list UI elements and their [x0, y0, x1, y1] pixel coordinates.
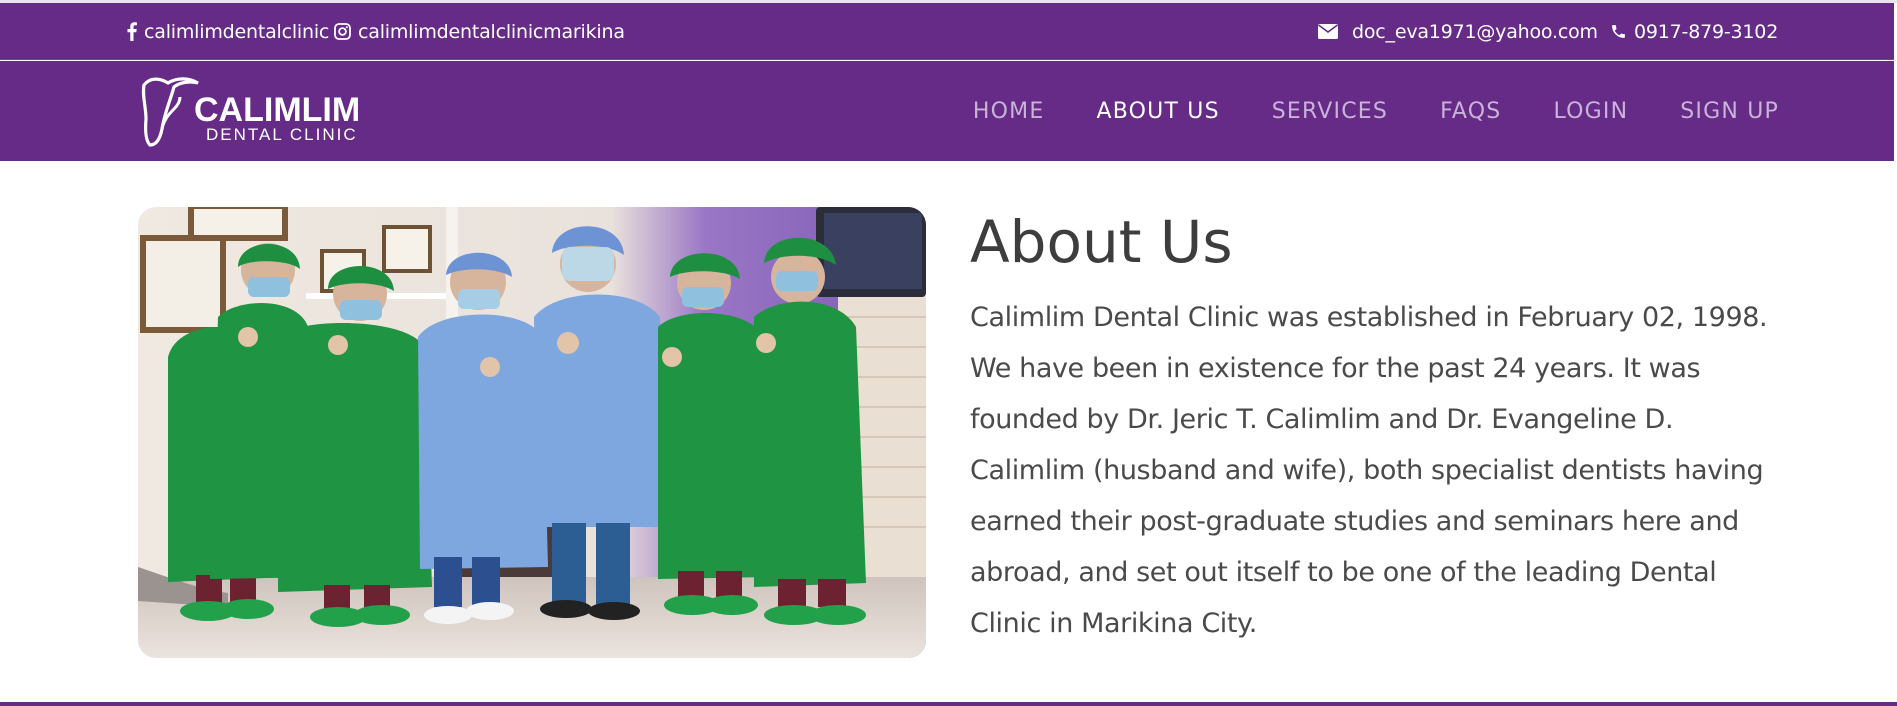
- facebook-icon: [127, 22, 137, 41]
- nav-sign-up[interactable]: SIGN UP: [1680, 99, 1779, 124]
- envelope-icon: [1318, 24, 1338, 39]
- nav-faqs[interactable]: FAQS: [1440, 99, 1501, 124]
- instagram-label: calimlimdentalclinicmarikina: [358, 20, 625, 43]
- logo-name: CALIMLIM: [194, 91, 361, 129]
- nav-home[interactable]: HOME: [973, 99, 1045, 124]
- about-heading: About Us: [970, 208, 1233, 276]
- nav-about-us[interactable]: ABOUT US: [1096, 99, 1219, 124]
- clinic-logo[interactable]: CALIMLIM DENTAL CLINIC: [140, 75, 360, 149]
- bottom-divider: [0, 702, 1897, 706]
- main-navbar: CALIMLIM DENTAL CLINIC HOME ABOUT US SER…: [0, 61, 1894, 161]
- logo-subtitle: DENTAL CLINIC: [206, 125, 358, 144]
- page: calimlimdentalclinic calimlimdentalclini…: [0, 0, 1897, 706]
- nav-services[interactable]: SERVICES: [1272, 99, 1388, 124]
- phone-link[interactable]: 0917-879-3102: [1610, 3, 1778, 60]
- facebook-label: calimlimdentalclinic: [144, 20, 330, 43]
- contact-bar: calimlimdentalclinic calimlimdentalclini…: [0, 3, 1894, 60]
- staff-photo: [138, 207, 926, 658]
- instagram-icon: [334, 23, 351, 40]
- nav-login[interactable]: LOGIN: [1553, 99, 1628, 124]
- instagram-link[interactable]: calimlimdentalclinicmarikina: [334, 3, 625, 60]
- email-label: doc_eva1971@yahoo.com: [1352, 20, 1598, 43]
- email-link[interactable]: doc_eva1971@yahoo.com: [1318, 3, 1598, 60]
- phone-label: 0917-879-3102: [1634, 20, 1779, 43]
- primary-nav: HOME ABOUT US SERVICES FAQS LOGIN SIGN U…: [973, 61, 1779, 161]
- about-paragraph: Calimlim Dental Clinic was established i…: [970, 302, 1768, 639]
- facebook-link[interactable]: calimlimdentalclinic: [127, 3, 329, 60]
- phone-icon: [1612, 25, 1625, 38]
